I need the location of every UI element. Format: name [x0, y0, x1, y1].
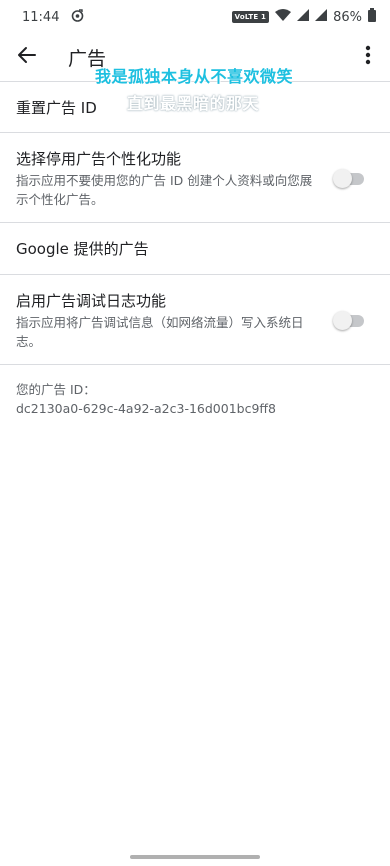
status-bar: 11:44 VoLTE 1 86% — [0, 0, 390, 34]
more-options-button[interactable] — [358, 44, 378, 70]
volte-badge: VoLTE 1 — [231, 11, 270, 23]
ad-id-block: 您的广告 ID： dc2130a0-629c-4a92-a2c3-16d001b… — [16, 380, 276, 418]
toggle-thumb — [333, 169, 352, 188]
arrow-back-icon — [17, 45, 37, 69]
ad-id-label: 您的广告 ID： — [16, 382, 96, 397]
status-left: 11:44 — [22, 8, 84, 26]
debug-logging-title: 启用广告调试日志功能 — [16, 292, 167, 310]
signal-icon — [297, 9, 310, 25]
reset-ad-id-label: 重置广告 ID — [16, 99, 97, 117]
opt-out-personalization-item[interactable]: 选择停用广告个性化功能 指示应用不要使用您的广告 ID 创建个人资料或向您展示个… — [0, 134, 390, 223]
wifi-icon — [275, 9, 292, 25]
debug-logging-description: 指示应用将广告调试信息（如网络流量）写入系统日志。 — [16, 315, 304, 349]
debug-logging-toggle[interactable] — [333, 311, 364, 330]
more-vert-icon — [365, 45, 371, 69]
notification-icon — [71, 8, 84, 26]
status-right: VoLTE 1 86% — [231, 8, 376, 26]
opt-out-title: 选择停用广告个性化功能 — [16, 150, 182, 168]
status-time: 11:44 — [22, 9, 60, 25]
ads-settings-screen: 11:44 VoLTE 1 86% 广告 我是孤独本身从不喜欢微笑 直到最黑暗的… — [0, 0, 390, 866]
google-ads-item[interactable]: Google 提供的广告 — [0, 224, 390, 275]
ad-debug-logging-item[interactable]: 启用广告调试日志功能 指示应用将广告调试信息（如网络流量）写入系统日志。 — [0, 276, 390, 365]
signal-2-icon — [315, 9, 328, 25]
battery-icon — [368, 8, 376, 26]
google-ads-label: Google 提供的广告 — [16, 240, 149, 258]
battery-percent: 86% — [333, 9, 362, 25]
ad-id-value: dc2130a0-629c-4a92-a2c3-16d001bc9ff8 — [16, 401, 276, 416]
back-button[interactable] — [14, 44, 40, 70]
gesture-nav-handle[interactable] — [130, 855, 260, 859]
toggle-thumb — [333, 311, 352, 330]
opt-out-toggle[interactable] — [333, 169, 364, 188]
opt-out-description: 指示应用不要使用您的广告 ID 创建个人资料或向您展示个性化广告。 — [16, 173, 313, 207]
reset-ad-id-item[interactable]: 重置广告 ID — [0, 83, 390, 133]
